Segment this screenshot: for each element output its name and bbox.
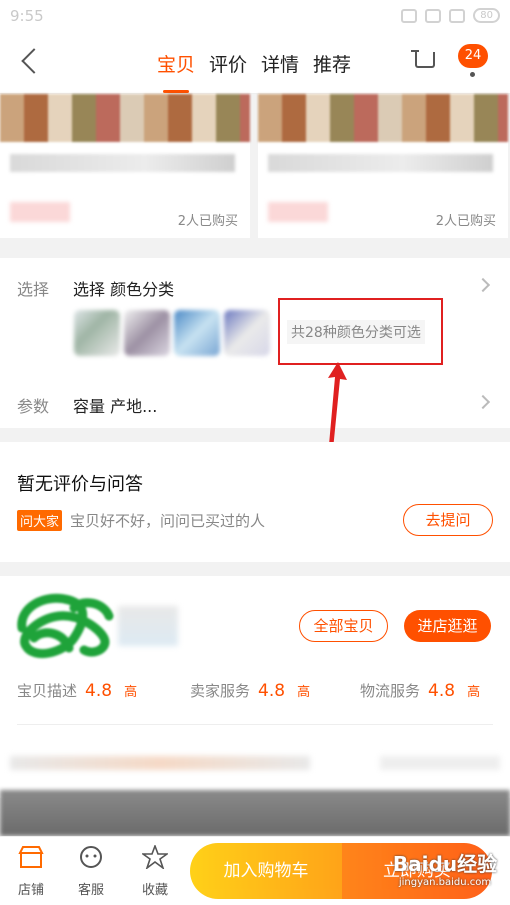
color-thumbnail[interactable] [124,310,170,356]
score-value: 4.8 [258,680,286,701]
select-label: 选择 [17,280,50,299]
color-count-text: 共28种颜色分类可选 [287,320,425,344]
score-value: 4.8 [85,680,113,701]
favorite-button[interactable]: 收藏 [130,843,180,898]
service-label: 客服 [77,883,104,898]
product-image [258,94,508,142]
ask-text: 宝贝好不好，问问已买过的人 [70,512,266,530]
score-value: 4.8 [428,680,456,701]
product-card[interactable]: 2人已购买 [258,94,508,238]
recommended-products: 2人已购买 2人已购买 [0,94,510,238]
more-icon[interactable] [470,72,475,77]
star-icon [140,843,170,871]
score-level: 高 [297,685,311,700]
score-description: 宝贝描述 4.8 高 [17,680,137,701]
shop-nav-button[interactable]: 店铺 [6,845,56,898]
wifi-icon [449,8,466,23]
product-sold-count: 2人已购买 [177,214,238,229]
blurred-line [10,756,310,770]
watermark-main: Baidu经验 [392,852,498,876]
score-level: 高 [124,685,138,700]
status-icons: 80 [401,8,500,23]
tab-bar: 宝贝 评价 详情 推荐 [157,50,351,93]
params-label: 参数 [17,397,50,416]
chevron-right-icon[interactable] [475,394,491,410]
ask-question-button[interactable]: 去提问 [403,504,493,536]
all-items-button[interactable]: 全部宝贝 [299,610,388,642]
color-thumbnails [74,310,270,356]
watermark: Baidu经验 jingyan.baidu.com [390,848,500,888]
add-to-cart-button[interactable]: 加入购物车 [190,843,342,899]
product-card[interactable]: 2人已购买 [0,94,250,238]
color-thumbnail[interactable] [174,310,220,356]
service-button[interactable]: 客服 [66,845,116,898]
status-bar: 9:55 80 [0,0,510,34]
score-label: 卖家服务 [190,682,251,700]
score-service: 卖家服务 4.8 高 [190,680,310,701]
params-value[interactable]: 容量 产地... [73,393,157,417]
ask-tag: 问大家 [17,510,63,531]
battery-icon: 80 [473,8,500,23]
score-level: 高 [467,685,481,700]
shop-section: 全部宝贝 进店逛逛 宝贝描述 4.8 高 卖家服务 4.8 高 物流服务 4.8… [0,576,510,728]
status-time: 9:55 [10,7,44,25]
select-value[interactable]: 选择 颜色分类 [73,276,174,300]
tab-item[interactable]: 宝贝 [157,50,195,93]
shop-icon [18,846,44,868]
product-title-blurred [268,154,493,172]
shop-nav-label: 店铺 [17,883,44,898]
score-logistics: 物流服务 4.8 高 [360,680,480,701]
shop-logo-scribble [17,593,114,658]
color-thumbnail[interactable] [74,310,120,356]
blurred-overlay [0,790,510,836]
notification-badge[interactable]: 24 [458,44,488,68]
score-label: 物流服务 [360,682,421,700]
reviews-section: 暂无评价与问答 问大家 宝贝好不好，问问已买过的人 去提问 [0,442,510,562]
alarm-icon [401,8,418,23]
blurred-content [0,728,510,798]
service-icon [80,846,102,868]
visit-shop-button[interactable]: 进店逛逛 [404,610,491,642]
tab-details[interactable]: 详情 [261,50,299,77]
blurred-line [380,756,500,770]
options-section: 选择 选择 颜色分类 共28种颜色分类可选 参数 容量 产地... [0,258,510,428]
product-sold-count: 2人已购买 [435,214,496,229]
score-label: 宝贝描述 [17,682,78,700]
shop-name-blurred [118,606,178,646]
signal-icon [425,8,442,23]
divider [17,724,493,725]
watermark-sub: jingyan.baidu.com [398,877,492,888]
top-nav: 宝贝 评价 详情 推荐 24 [0,34,510,94]
back-arrow-icon[interactable] [21,48,47,74]
tab-reviews[interactable]: 评价 [209,50,247,77]
color-thumbnail[interactable] [224,310,270,356]
favorite-label: 收藏 [141,883,168,898]
highlight-box: 共28种颜色分类可选 [278,298,443,365]
shop-scores: 宝贝描述 4.8 高 卖家服务 4.8 高 物流服务 4.8 高 [0,680,510,704]
product-image [0,94,250,142]
product-price-blurred [268,202,328,222]
product-price-blurred [10,202,70,222]
product-title-blurred [10,154,235,172]
chevron-right-icon[interactable] [475,277,491,293]
reviews-title: 暂无评价与问答 [17,474,143,495]
tab-recommend[interactable]: 推荐 [313,50,351,77]
cart-icon[interactable] [411,50,435,68]
